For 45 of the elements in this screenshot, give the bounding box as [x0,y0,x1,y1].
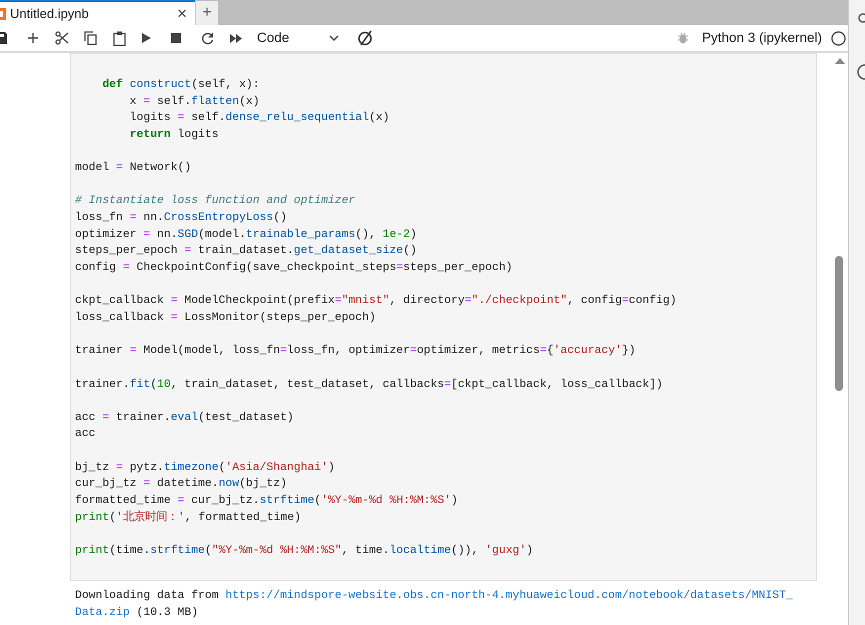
code-cell[interactable] [70,53,817,581]
notebook-tab[interactable]: Untitled.ipynb × [0,0,195,25]
code-line: steps_per_epoch = train_dataset.get_dataset_size() [75,244,417,260]
code-line: loss_callback = LossMonitor(steps_per_epoch) [75,310,376,326]
output-line: Downloading data from https://mindspore-website.obs.cn-north-4.myhuaweicloud.com/notebook/datasets/MNIST_ [75,588,793,604]
code-line: bj_tz = pytz.timezone('Asia/Shanghai') [75,460,335,476]
notebook-icon [0,8,6,20]
new-tab-button[interactable]: + [195,1,218,25]
clipboard-icon[interactable] [113,30,126,46]
code-line: print(time.strftime("%Y-%m-%d %H:%M:%S", time.localtime()), 'guxg') [75,544,534,559]
code-line: ckpt_callback = ModelCheckpoint(prefix="mnist", directory="./checkpoint", config=config) [75,294,677,310]
scissors-icon[interactable] [55,31,69,45]
save-icon[interactable] [0,32,7,44]
output-line: Data.zip (10.3 MB) [75,606,198,621]
code-line: trainer.fit(10, train_dataset, test_dataset, callbacks=[ckpt_callback, loss_callback]) [75,378,663,393]
play-icon[interactable] [142,33,151,43]
fast-forward-icon[interactable] [230,34,242,42]
code-line: print('北京时间：', formatted_time) [75,510,301,526]
code-line: cur_bj_tz = datetime.now(bj_tz) [75,476,287,492]
code-line: optimizer = nn.SGD(model.trainable_params(), 1e-2) [75,228,417,243]
code-line: x = self.flatten(x) [128,94,260,110]
code-line: model = Network() [75,160,192,176]
cell-type-dropdown[interactable]: Code [257,27,339,49]
code-line: acc [75,427,96,442]
url-link[interactable]: https://mindspore-website.obs.cn-north-4.myhuaweicloud.com/notebook/datasets/MNIST_ [225,590,793,602]
code-line: trainer = Model(model, loss_fn=loss_fn, optimizer=optimizer, metrics={'accuracy'}) [75,344,636,360]
kernel-name[interactable]: Python 3 (ipykernel) [702,28,822,48]
code-line: loss_fn = nn.CrossEntropyLoss() [75,210,287,226]
restart-icon[interactable] [201,32,214,44]
scrollbar-thumb[interactable] [835,256,843,391]
code-line: def construct(self, x): [101,78,260,93]
url-link[interactable]: Data.zip [75,606,130,619]
copy-icon[interactable] [84,31,97,45]
circle-slash-icon[interactable] [357,30,373,46]
code-line: return logits [128,128,219,143]
code-line: logits = self.dense_relu_sequential(x) [128,110,390,126]
code-line: config = CheckpointConfig(save_checkpoint_steps=steps_per_epoch) [75,260,513,276]
code-line: # Instantiate loss function and optimizer [75,194,356,210]
code-line: formatted_time = cur_bj_tz.strftime('%Y-%m-%d %H:%M:%S') [75,494,458,510]
tab-title: Untitled.ipynb [10,4,89,23]
scroll-up-icon[interactable] [835,58,845,64]
code-line: acc = trainer.eval(test_dataset) [75,410,294,426]
add-icon[interactable] [27,32,39,44]
chevron-down-icon [329,35,339,41]
close-button[interactable]: × [177,5,187,22]
